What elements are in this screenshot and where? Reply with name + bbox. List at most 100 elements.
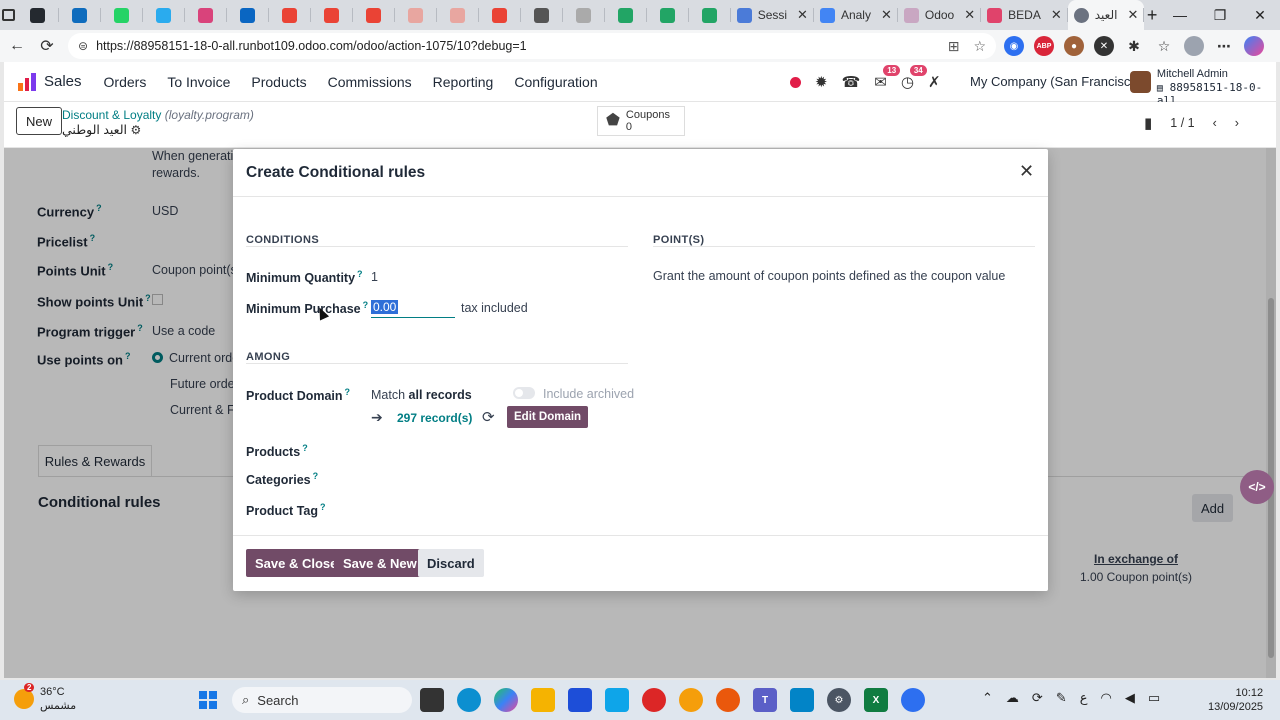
app-name[interactable]: Sales (44, 73, 82, 90)
github-tab[interactable] (17, 0, 59, 30)
settings-gear-app-icon[interactable]: ⚙ (827, 688, 851, 712)
new-button[interactable]: New (16, 107, 63, 135)
paint-app-icon[interactable] (679, 688, 703, 712)
pager-prev-icon[interactable]: ‹ (1213, 116, 1217, 130)
linkedin-tab[interactable] (227, 0, 269, 30)
breadcrumb-parent[interactable]: Discount & Loyalty (loyalty.program) (62, 108, 254, 122)
company-switcher[interactable]: My Company (San Francisco) (970, 74, 1142, 89)
browser-tab-3[interactable]: Odoo ✕ (898, 0, 982, 30)
monkey-extension-icon[interactable]: ● (1064, 36, 1084, 56)
discard-button[interactable]: Discard (418, 549, 484, 577)
gmail-tab-6[interactable] (479, 0, 521, 30)
sheets-tab-2[interactable] (647, 0, 689, 30)
edge-app-icon[interactable] (457, 688, 481, 712)
chrome-app-icon[interactable] (642, 688, 666, 712)
debug-bug-icon[interactable]: ✹ (815, 73, 828, 91)
menu-configuration[interactable]: Configuration (514, 74, 597, 90)
gmail-tab-3[interactable] (353, 0, 395, 30)
include-archived-toggle[interactable] (513, 387, 535, 399)
whatsapp-tab[interactable] (101, 0, 143, 30)
sheets-tab-3[interactable] (689, 0, 731, 30)
restore-button[interactable]: ❐ (1200, 0, 1240, 30)
wifi-icon[interactable]: ◠ (1100, 690, 1111, 706)
file-explorer-app-icon[interactable] (420, 688, 444, 712)
firefox-app-icon[interactable] (716, 688, 740, 712)
tab-close-icon[interactable]: ✕ (1051, 7, 1062, 23)
telegram-tab[interactable] (143, 0, 185, 30)
refresh-icon[interactable]: ⟳ (482, 408, 495, 426)
browser-tab-2[interactable]: Analy ✕ (814, 0, 898, 30)
taskbar-clock[interactable]: 10:12 13/09/2025 (1208, 686, 1263, 714)
more-menu-icon[interactable]: ⋯ (1214, 36, 1234, 56)
voip-phone-icon[interactable]: ☎ (842, 73, 861, 91)
gmail-tab-4[interactable] (395, 0, 437, 30)
record-icon[interactable] (790, 76, 801, 88)
browser-tab-1[interactable]: Sessi ✕ (731, 0, 814, 30)
start-windows-icon[interactable] (199, 691, 217, 709)
records-count-link[interactable]: 297 record(s) (397, 411, 472, 425)
battery-icon[interactable]: ▭ (1148, 690, 1160, 706)
x-extension-icon[interactable]: ✕ (1094, 36, 1114, 56)
record-gear-icon[interactable]: ⚙ (130, 123, 141, 137)
circle-tab-1[interactable] (521, 0, 563, 30)
chat-icon[interactable]: ✉ 13 (874, 65, 901, 91)
minimize-button[interactable]: — (1160, 0, 1200, 30)
url-text[interactable]: https://88958151-18-0-all.runbot109.odoo… (96, 39, 527, 53)
tab-close-icon[interactable]: ✕ (881, 7, 892, 23)
gmail-tab-5[interactable] (437, 0, 479, 30)
browser-tab-4[interactable]: BEDA ✕ (981, 0, 1068, 30)
tab-close-icon[interactable]: ✕ (964, 7, 975, 23)
gmail-tab-2[interactable] (311, 0, 353, 30)
save-close-button[interactable]: Save & Close (246, 549, 347, 577)
tab-close-icon[interactable]: ✕ (1127, 7, 1138, 23)
browser-tab-5[interactable]: العيد ✕ (1067, 0, 1145, 30)
min-qty-value[interactable]: 1 (371, 270, 378, 284)
store-app-icon[interactable] (568, 688, 592, 712)
url-box[interactable]: ⊜ https://88958151-18-0-all.runbot109.od… (68, 33, 996, 59)
save-new-button[interactable]: Save & New (334, 549, 426, 577)
snip-app-icon[interactable] (605, 688, 629, 712)
odoo-tab[interactable] (185, 0, 227, 30)
remote-app-icon[interactable] (790, 688, 814, 712)
sheets-tab-1[interactable] (605, 0, 647, 30)
zoom-app-icon[interactable] (901, 688, 925, 712)
menu-commissions[interactable]: Commissions (328, 74, 412, 90)
menu-reporting[interactable]: Reporting (433, 74, 494, 90)
product-domain-help-mark[interactable]: ? (345, 387, 351, 397)
tools-icon[interactable]: ✗ (928, 73, 941, 91)
volume-icon[interactable]: ◀ (1125, 690, 1135, 706)
products-help-mark[interactable]: ? (302, 443, 308, 453)
sales-app-icon[interactable] (18, 72, 37, 91)
min-purchase-input[interactable]: 0.00 (371, 299, 455, 318)
taskbar-search[interactable]: ⌕ Search (232, 687, 412, 713)
min-qty-help-mark[interactable]: ? (357, 269, 363, 279)
folder-app-icon[interactable] (531, 688, 555, 712)
adblock-extension-icon[interactable]: ABP (1034, 36, 1054, 56)
product-tag-help-mark[interactable]: ? (320, 502, 326, 512)
pen-icon[interactable]: ✎ (1056, 690, 1067, 706)
close-window-button[interactable]: ✕ (1240, 0, 1280, 30)
tab-close-icon[interactable]: ✕ (797, 7, 808, 23)
circle-tab-2[interactable] (563, 0, 605, 30)
pager-next-icon[interactable]: › (1235, 116, 1239, 130)
favorites-icon[interactable]: ☆ (1154, 36, 1174, 56)
pager-value[interactable]: 1 / 1 (1170, 116, 1194, 130)
menu-orders[interactable]: Orders (104, 74, 147, 90)
teams-app-icon[interactable]: T (753, 688, 777, 712)
site-info-icon[interactable]: ⊜ (78, 39, 88, 53)
copilot-icon[interactable] (1244, 36, 1264, 56)
reload-button[interactable]: ⟳ (32, 30, 62, 62)
breadcrumb-parent-label[interactable]: Discount & Loyalty (62, 108, 161, 122)
bookmark-icon[interactable]: ▮ (1144, 114, 1152, 132)
zoom-extension-icon[interactable]: ◉ (1004, 36, 1024, 56)
profile-avatar-icon[interactable] (1184, 36, 1204, 56)
weather-widget[interactable]: 2 36°C مشمس (14, 683, 76, 713)
back-button[interactable]: ← (2, 30, 32, 62)
edit-domain-button[interactable]: Edit Domain (507, 406, 589, 428)
dev-tools-code-icon[interactable]: </> (1240, 470, 1274, 504)
categories-help-mark[interactable]: ? (313, 471, 319, 481)
menu-products[interactable]: Products (251, 74, 306, 90)
extensions-puzzle-icon[interactable]: ✱ (1124, 36, 1144, 56)
tab-actions-button[interactable] (0, 0, 17, 30)
tray-chevron-up-icon[interactable]: ⌃ (982, 690, 993, 706)
